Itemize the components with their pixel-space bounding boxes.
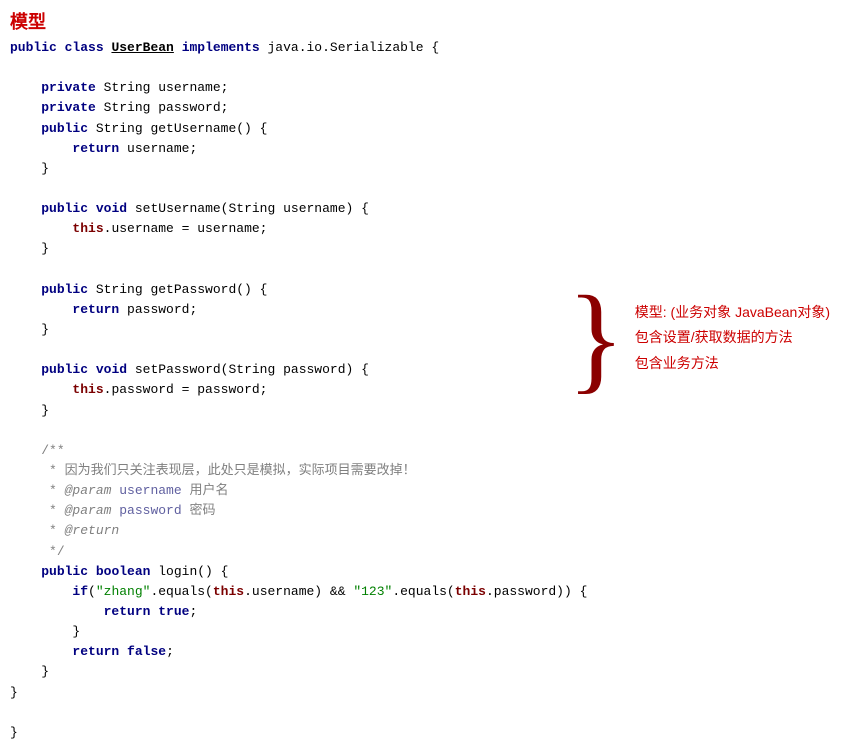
line-login-return-true: return true;	[10, 602, 850, 622]
line-login-return-false: return false;	[10, 642, 850, 662]
line-field-username: private String username;	[10, 78, 850, 98]
line-blank1	[10, 58, 850, 78]
line-javadoc-return: * @return	[10, 521, 850, 541]
brace-icon: }	[567, 278, 625, 398]
annotation-line1: 模型: (业务对象 JavaBean对象)	[635, 300, 830, 325]
line-blank2	[10, 179, 850, 199]
page-title: 模型	[10, 8, 850, 34]
line-bottom-brace: }	[10, 723, 850, 743]
line-blank-end	[10, 703, 850, 723]
line-class-decl: public class UserBean implements java.io…	[10, 38, 850, 58]
code-area: public class UserBean implements java.io…	[10, 38, 850, 743]
line-blank3	[10, 260, 850, 280]
annotation-line2: 包含设置/获取数据的方法	[635, 325, 830, 350]
line-getUsername-close: }	[10, 159, 850, 179]
annotation-line3: 包含业务方法	[635, 351, 830, 376]
line-login-if: if("zhang".equals(this.username) && "123…	[10, 582, 850, 602]
line-login-if-close: }	[10, 622, 850, 642]
line-class-close: }	[10, 683, 850, 703]
annotation-text: 模型: (业务对象 JavaBean对象) 包含设置/获取数据的方法 包含业务方…	[635, 300, 830, 376]
line-getUsername-sig: public String getUsername() {	[10, 119, 850, 139]
line-setPassword-close: }	[10, 401, 850, 421]
line-javadoc-open: /**	[10, 441, 850, 461]
line-login-sig: public boolean login() {	[10, 562, 850, 582]
line-getUsername-body: return username;	[10, 139, 850, 159]
line-setUsername-body: this.username = username;	[10, 219, 850, 239]
line-javadoc-param2: * @param password 密码	[10, 501, 850, 521]
annotation-container: } 模型: (业务对象 JavaBean对象) 包含设置/获取数据的方法 包含业…	[567, 278, 830, 398]
line-field-password: private String password;	[10, 98, 850, 118]
line-blank5	[10, 421, 850, 441]
line-setUsername-sig: public void setUsername(String username)…	[10, 199, 850, 219]
line-javadoc-close: */	[10, 542, 850, 562]
line-setUsername-close: }	[10, 239, 850, 259]
line-javadoc-comment: * 因为我们只关注表现层，此处只是模拟，实际项目需要改掉！	[10, 461, 850, 481]
line-javadoc-param1: * @param username 用户名	[10, 481, 850, 501]
line-login-close: }	[10, 662, 850, 682]
